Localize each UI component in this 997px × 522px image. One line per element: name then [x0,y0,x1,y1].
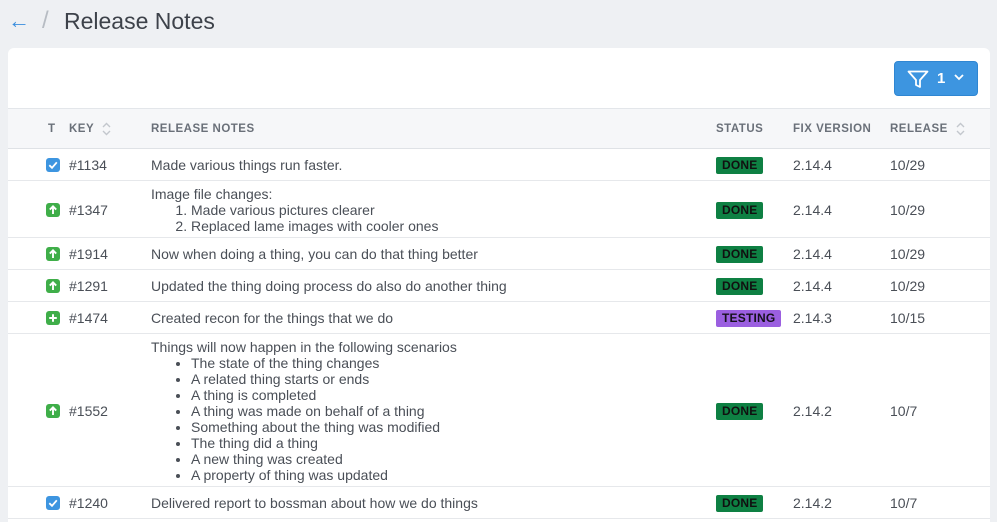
status-badge: DONE [716,246,764,263]
release-notes-card: 1 T KEY RELEASE NOTES STATUS FIX VERSION… [8,48,990,522]
issue-type-task [46,496,60,510]
release-note-bullet-list: The state of the thing changesA related … [191,355,701,483]
list-item: Made various pictures clearer [191,202,701,218]
status-badge: DONE [716,202,764,219]
list-item: Something about the thing was modified [191,419,701,435]
table-row[interactable]: #1914 Now when doing a thing, you can do … [8,238,990,270]
task-check-icon [46,496,60,510]
task-check-icon [46,158,60,172]
release-note-text: Delivered report to bossman about how we… [151,495,478,511]
release-date: 10/7 [890,403,918,419]
status-badge: TESTING [716,310,782,327]
release-date: 10/15 [890,310,926,326]
release-date: 10/29 [890,202,926,218]
column-key[interactable]: KEY [69,122,111,136]
list-item: The state of the thing changes [191,355,701,371]
list-item: A related thing starts or ends [191,371,701,387]
funnel-icon [907,70,929,88]
column-status[interactable]: STATUS [716,122,763,136]
issue-key[interactable]: #1552 [69,403,108,419]
release-note-text: Things will now happen in the following … [151,339,457,355]
arrow-up-icon [46,203,60,217]
filter-count: 1 [937,70,946,87]
list-item: A property of thing was updated [191,467,701,483]
page-title: Release Notes [64,8,215,34]
issue-key[interactable]: #1240 [69,495,108,511]
release-note-text: Updated the thing doing process do also … [151,278,507,294]
table-row[interactable]: #1552 Things will now happen in the follo… [8,334,990,487]
list-item: A thing is completed [191,387,701,403]
table-row[interactable]: #1134 Made various things run faster. DONE… [8,149,990,181]
status-badge: DONE [716,403,764,420]
column-release-label: RELEASE [890,123,948,136]
table-row[interactable]: #1240 Delivered report to bossman about h… [8,487,990,519]
table-row[interactable]: #1291 Updated the thing doing process do … [8,270,990,302]
table-header: T KEY RELEASE NOTES STATUS FIX VERSION R… [8,108,990,149]
issue-key[interactable]: #1474 [69,310,108,326]
status-badge: DONE [716,495,764,512]
fix-version: 2.14.4 [793,202,832,218]
filter-button[interactable]: 1 [894,61,978,96]
status-badge: DONE [716,157,764,174]
issue-type-improvement [46,203,60,217]
fix-version: 2.14.3 [793,310,832,326]
column-fix-version[interactable]: FIX VERSION [793,122,871,136]
issue-key[interactable]: #1291 [69,278,108,294]
issue-type-improvement [46,247,60,261]
sort-icon [956,122,965,136]
plus-icon [46,311,60,325]
sort-icon [102,122,111,136]
release-note-text: Made various things run faster. [151,157,343,173]
release-note-numbered-list: Made various pictures clearerReplaced la… [191,202,701,234]
issue-key[interactable]: #1347 [69,202,108,218]
issue-type-improvement [46,404,60,418]
issue-type-improvement [46,279,60,293]
release-note: Now when doing a thing, you can do that … [151,246,701,262]
fix-version: 2.14.2 [793,495,832,511]
arrow-up-icon [46,247,60,261]
release-note: Created recon for the things that we do [151,310,701,326]
column-key-label: KEY [69,123,94,136]
release-note: Image file changes:Made various pictures… [151,186,701,234]
release-date: 10/29 [890,157,926,173]
issue-key[interactable]: #1134 [69,157,107,173]
back-arrow-icon[interactable]: ← [8,8,30,34]
release-date: 10/29 [890,246,926,262]
list-item: A thing was made on behalf of a thing [191,403,701,419]
top-bar: ← / Release Notes [0,0,997,46]
release-note: Made various things run faster. [151,157,701,173]
fix-version: 2.14.4 [793,157,832,173]
fix-version: 2.14.4 [793,278,832,294]
arrow-up-icon [46,279,60,293]
release-note: Things will now happen in the following … [151,339,701,483]
fix-version: 2.14.4 [793,246,832,262]
release-note: Delivered report to bossman about how we… [151,495,701,511]
release-note: Updated the thing doing process do also … [151,278,701,294]
column-type[interactable]: T [48,122,56,136]
column-release-notes[interactable]: RELEASE NOTES [151,122,255,136]
release-note-text: Image file changes: [151,186,273,202]
column-release[interactable]: RELEASE [890,122,965,136]
fix-version: 2.14.2 [793,403,832,419]
release-note-text: Now when doing a thing, you can do that … [151,246,478,262]
status-badge: DONE [716,278,764,295]
issue-type-new-feature [46,311,60,325]
list-item: A new thing was created [191,451,701,467]
chevron-down-icon [954,74,964,81]
breadcrumb-separator: / [42,7,49,34]
table-row[interactable]: #1347 Image file changes:Made various pic… [8,181,990,238]
release-date: 10/7 [890,495,918,511]
issue-type-task [46,158,60,172]
release-date: 10/29 [890,278,926,294]
list-item: The thing did a thing [191,435,701,451]
issue-key[interactable]: #1914 [69,246,108,262]
arrow-up-icon [46,404,60,418]
release-note-text: Created recon for the things that we do [151,310,394,326]
list-item: Replaced lame images with cooler ones [191,218,701,234]
table-row[interactable]: #1474 Created recon for the things that w… [8,302,990,334]
